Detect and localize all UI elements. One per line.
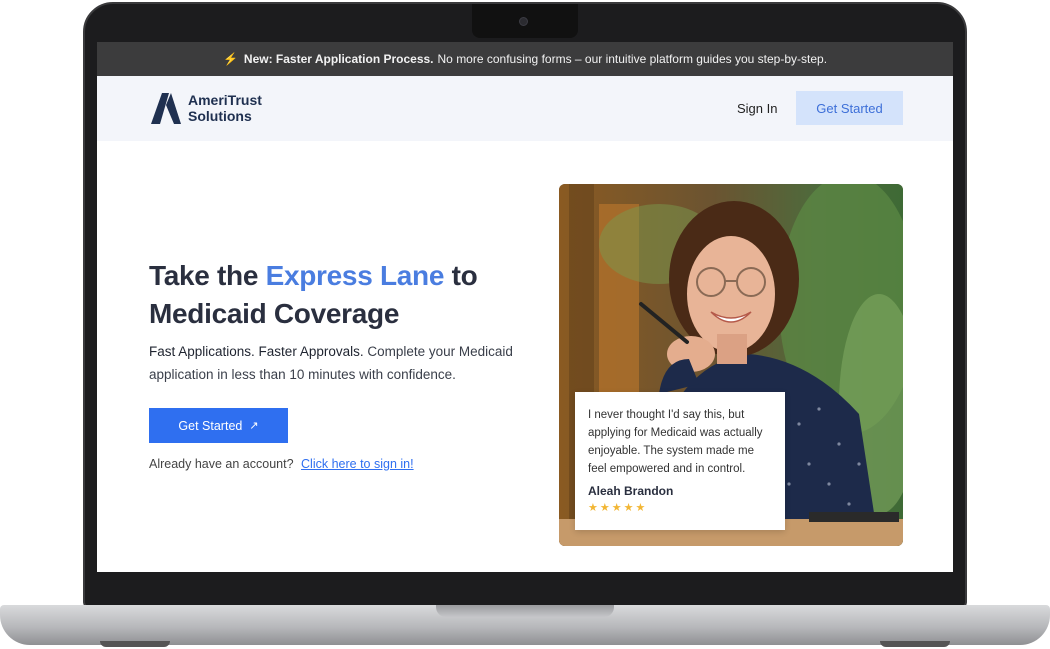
nav-get-started-button[interactable]: Get Started xyxy=(796,91,903,125)
top-nav: AmeriTrust Solutions Sign In Get Started xyxy=(97,76,953,141)
laptop-foot-right xyxy=(880,641,950,647)
browser-screen: ⚡ New: Faster Application Process. No mo… xyxy=(97,42,953,572)
sign-in-here-link[interactable]: Click here to sign in! xyxy=(301,457,414,471)
star-rating-icon: ★★★★★ xyxy=(588,502,648,514)
logo-line-2: Solutions xyxy=(188,108,252,124)
hero-headline: Take the Express Lane to Medicaid Covera… xyxy=(149,257,529,333)
headline-start: Take the xyxy=(149,260,266,291)
laptop-hinge-notch xyxy=(436,605,614,617)
logo-mark-icon xyxy=(151,93,181,124)
lightning-icon: ⚡ xyxy=(222,52,238,66)
camera-icon xyxy=(519,17,528,26)
subtext-bold: Fast Applications. Faster Approvals. xyxy=(149,344,364,359)
account-text: Already have an account? xyxy=(149,457,294,471)
testimonial-card: I never thought I'd say this, but applyi… xyxy=(575,392,785,530)
hero-subtext: Fast Applications. Faster Approvals. Com… xyxy=(149,340,539,386)
headline-accent: Express Lane xyxy=(265,260,445,291)
announcement-bold: New: Faster Application Process. xyxy=(243,52,434,66)
arrow-up-right-icon: ↗ xyxy=(249,420,259,432)
announcement-bar: ⚡ New: Faster Application Process. No mo… xyxy=(97,42,953,76)
hero-get-started-button[interactable]: Get Started ↗ xyxy=(149,408,288,443)
announcement-text: No more confusing forms – our intuitive … xyxy=(437,52,828,66)
hero-cta-label: Get Started xyxy=(178,418,243,433)
logo[interactable]: AmeriTrust Solutions xyxy=(149,91,262,125)
headline-mid: to xyxy=(444,260,478,291)
logo-line-1: AmeriTrust xyxy=(188,92,262,108)
headline-end: Medicaid Coverage xyxy=(149,298,400,329)
account-line: Already have an account? Click here to s… xyxy=(149,457,414,471)
testimonial-quote: I never thought I'd say this, but applyi… xyxy=(588,409,763,475)
logo-text: AmeriTrust Solutions xyxy=(188,92,262,124)
laptop-foot-left xyxy=(100,641,170,647)
testimonial-author: Aleah Brandon xyxy=(588,484,674,498)
sign-in-link[interactable]: Sign In xyxy=(737,101,777,116)
